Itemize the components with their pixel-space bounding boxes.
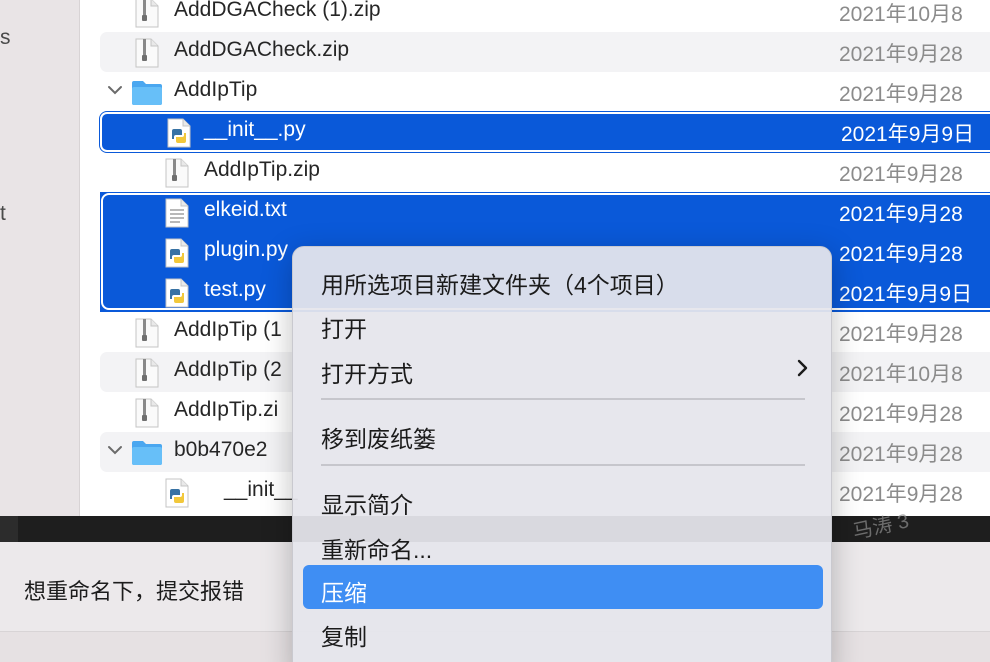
file-row[interactable]: AddIpTip.zip 2021年9月28	[100, 152, 990, 192]
file-date: 2021年9月28	[839, 43, 963, 66]
text-file-icon	[164, 198, 190, 233]
folder-icon	[131, 438, 163, 471]
menu-item-rename[interactable]: 重新命名...	[303, 524, 823, 564]
sidebar: s t	[0, 0, 80, 516]
menu-separator	[321, 398, 805, 400]
menu-item-open-with[interactable]: 打开方式	[303, 348, 823, 388]
file-row-selected[interactable]: elkeid.txt 2021年9月28	[100, 192, 990, 232]
file-name: b0b470e2	[174, 438, 268, 461]
file-date: 2021年9月28	[839, 243, 963, 266]
file-name: AddIpTip.zi	[174, 398, 279, 421]
menu-item-get-info[interactable]: 显示简介	[303, 479, 823, 519]
menu-item-label: 显示简介	[321, 492, 413, 518]
file-name: plugin.py	[204, 238, 289, 261]
python-file-icon	[166, 118, 192, 153]
menu-item-label: 压缩	[321, 580, 367, 606]
chevron-right-icon	[795, 358, 809, 383]
file-name: test.py	[204, 278, 266, 301]
file-row[interactable]: AddDGACheck.zip 2021年9月28	[100, 32, 990, 72]
file-name: AddIpTip.zip	[204, 158, 320, 181]
message-text: 想重命名下，提交报错	[24, 579, 245, 604]
menu-item-open[interactable]: 打开	[303, 303, 823, 343]
zip-icon	[134, 358, 160, 393]
menu-item-label: 复制	[321, 624, 367, 650]
folder-row[interactable]: AddIpTip 2021年9月28	[100, 72, 990, 112]
folder-icon	[131, 78, 163, 111]
menu-item-new-folder-with-selection[interactable]: 用所选项目新建文件夹（4个项目）	[303, 259, 823, 299]
file-row[interactable]: AddDGACheck (1).zip 2021年10月8	[100, 0, 990, 32]
sidebar-fragment: t	[0, 202, 6, 225]
menu-item-label: 移到废纸篓	[321, 426, 436, 452]
zip-icon	[134, 0, 160, 33]
file-name: AddIpTip (1	[174, 318, 282, 341]
file-date: 2021年9月28	[839, 443, 963, 466]
zip-icon	[134, 318, 160, 353]
menu-item-move-to-trash[interactable]: 移到废纸篓	[303, 413, 823, 453]
menu-item-label: 用所选项目新建文件夹（4个项目）	[321, 272, 679, 298]
file-date: 2021年10月8	[839, 363, 963, 386]
file-name: AddDGACheck (1).zip	[174, 0, 381, 21]
python-file-icon	[164, 278, 190, 313]
menu-item-compress[interactable]: 压缩	[303, 565, 823, 609]
file-row-selected[interactable]: __init__.py 2021年9月9日	[100, 112, 990, 152]
context-menu: 用所选项目新建文件夹（4个项目） 打开 打开方式 移到废纸篓 显示简介 重新命名…	[292, 246, 832, 662]
file-name: __init__	[224, 478, 298, 501]
file-date: 2021年10月8	[839, 3, 963, 26]
file-name: AddIpTip (2	[174, 358, 282, 381]
zip-icon	[134, 398, 160, 433]
zip-icon	[164, 158, 190, 193]
file-name: AddDGACheck.zip	[174, 38, 350, 61]
python-file-icon	[164, 478, 190, 513]
file-name: AddIpTip	[174, 78, 258, 101]
sidebar-fragment: s	[0, 26, 11, 49]
python-file-icon	[164, 238, 190, 273]
file-name: __init__.py	[204, 118, 306, 141]
file-date: 2021年9月9日	[839, 283, 973, 306]
menu-item-label: 重新命名...	[321, 537, 433, 563]
file-date: 2021年9月28	[839, 403, 963, 426]
chevron-down-icon[interactable]	[106, 440, 124, 460]
chevron-down-icon[interactable]	[106, 80, 124, 100]
file-date: 2021年9月28	[839, 203, 963, 226]
menu-item-label: 打开	[321, 316, 367, 342]
file-date: 2021年9月28	[839, 163, 963, 186]
file-date: 2021年9月28	[839, 323, 963, 346]
file-date: 2021年9月28	[839, 483, 963, 506]
menu-separator	[321, 464, 805, 466]
zip-icon	[134, 38, 160, 73]
menu-item-copy[interactable]: 复制	[303, 611, 823, 651]
file-date: 2021年9月9日	[841, 123, 975, 146]
file-name: elkeid.txt	[204, 198, 287, 221]
file-date: 2021年9月28	[839, 83, 963, 106]
menu-item-label: 打开方式	[321, 361, 413, 387]
